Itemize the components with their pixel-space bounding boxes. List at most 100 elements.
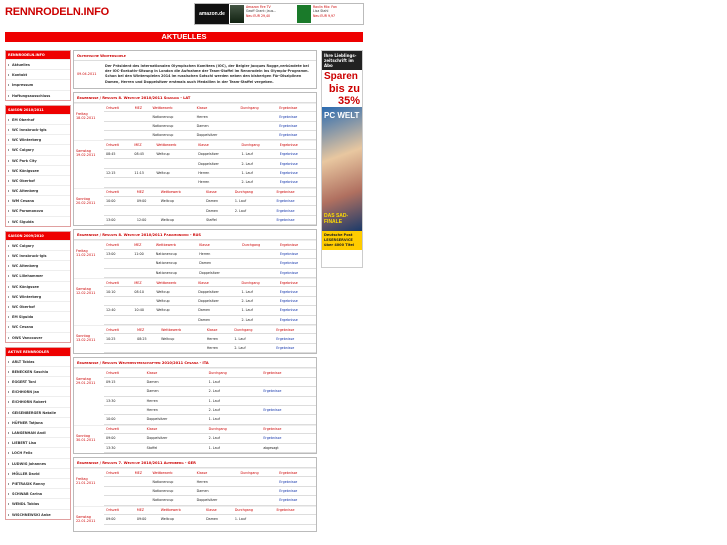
sidebar-link[interactable]: WC Königssee bbox=[6, 164, 70, 175]
column-header: Durchgang bbox=[239, 141, 278, 150]
table-cell: 2. Lauf bbox=[239, 296, 278, 307]
table-cell: Damen bbox=[144, 386, 207, 397]
column-header: Wettbewerb bbox=[153, 241, 198, 250]
table-cell: 2. Lauf bbox=[206, 386, 262, 397]
table-row: Nationencup Doppelsitzer Ergebnisse bbox=[104, 130, 316, 141]
sidebar-link[interactable]: MÖLLER David bbox=[6, 467, 70, 478]
sidebar-link[interactable]: Aktuelles bbox=[6, 59, 70, 69]
table-cell bbox=[261, 396, 316, 406]
sidebar-link[interactable]: EM Sigulda bbox=[6, 311, 70, 321]
sidebar-link[interactable]: LANGENHAN Andi bbox=[6, 427, 70, 437]
results-link[interactable]: Ergebnisse bbox=[277, 305, 316, 316]
sidebar-link[interactable]: WC Calgary bbox=[6, 144, 70, 154]
results-link[interactable]: Ergebnisse bbox=[277, 296, 316, 307]
sidebar-link[interactable]: Haftungsausschluss bbox=[6, 89, 70, 100]
table-cell: Doppelsitzer bbox=[196, 296, 240, 307]
results-link[interactable]: Ergebnisse bbox=[277, 149, 316, 160]
results-link[interactable]: Ergebnisse bbox=[277, 476, 316, 487]
sidebar-link[interactable]: WC Oberhof bbox=[6, 300, 70, 311]
sidebar-link[interactable]: OWS Vancouver bbox=[6, 331, 70, 342]
table-cell: Doppelsitzer bbox=[194, 130, 239, 141]
sidebar-link[interactable]: HÜFNER Tatjana bbox=[6, 416, 70, 427]
sidebar-link[interactable]: WM Cesana bbox=[6, 195, 70, 205]
sidebar-link[interactable]: WC Calgary bbox=[6, 239, 70, 250]
results-link[interactable]: Ergebnisse bbox=[278, 258, 316, 269]
results-link[interactable]: Ergebnisse bbox=[261, 405, 316, 416]
sidebar-link[interactable]: GEISENBERGER Natalie bbox=[6, 406, 70, 417]
sidebar-link[interactable]: WENDL Tobias bbox=[6, 498, 70, 508]
table-cell: Weltcup bbox=[159, 333, 205, 344]
race-day: Samstag 19.02.2011 Ortszeit MEZ Wettbewerb K… bbox=[74, 140, 316, 188]
results-link[interactable]: Ergebnisse bbox=[274, 205, 316, 216]
results-link[interactable]: Ergebnisse bbox=[277, 130, 316, 141]
sidebar-link[interactable]: WC Altenberg bbox=[6, 260, 70, 270]
results-link[interactable]: Ergebnisse bbox=[277, 177, 316, 188]
right-ad-banner[interactable]: Ihre Lieblings-zeitschrift im Abo Sparen… bbox=[321, 50, 363, 268]
sidebar-link[interactable]: ARLT Tobias bbox=[6, 355, 70, 366]
sidebar-link[interactable]: WC Altenberg bbox=[6, 185, 70, 195]
sidebar-link[interactable]: EM Oberhof bbox=[6, 113, 70, 124]
results-link[interactable]: Ergebnisse bbox=[277, 315, 316, 325]
table-cell: Doppelsitzer bbox=[196, 149, 240, 160]
sidebar-link[interactable]: EGGERT Toni bbox=[6, 376, 70, 386]
sidebar-link[interactable]: WC Winterberg bbox=[6, 290, 70, 301]
sidebar-link[interactable]: WC Lillehammer bbox=[6, 270, 70, 280]
sidebar-link[interactable]: WC Cesana bbox=[6, 321, 70, 331]
table-cell: 13:00 bbox=[104, 249, 133, 260]
sidebar-link[interactable]: LOCH Felix bbox=[6, 447, 70, 457]
column-header: Durchgang bbox=[238, 103, 278, 113]
results-link[interactable]: Ergebnisse bbox=[277, 111, 316, 122]
results-link[interactable]: Ergebnisse bbox=[277, 158, 316, 169]
magazine-headline: DAS SAD-FINALE bbox=[324, 213, 349, 225]
results-link[interactable]: Ergebnisse bbox=[261, 433, 316, 444]
amazon-logo[interactable]: amazon.de bbox=[195, 4, 229, 24]
sidebar-link[interactable]: WC Königssee bbox=[6, 280, 70, 291]
sidebar-link[interactable]: BENECKEN Saschia bbox=[6, 365, 70, 376]
results-link[interactable]: Ergebnisse bbox=[261, 386, 316, 397]
sidebar-link[interactable]: PIETRASIK Ronny bbox=[6, 477, 70, 488]
sidebar-link[interactable]: WISCHNEWSKI Anke bbox=[6, 508, 70, 519]
sidebar-link[interactable]: WC Innsbruck-Igls bbox=[6, 250, 70, 260]
sidebar-link[interactable]: EICHHORN Jan bbox=[6, 386, 70, 396]
results-link[interactable]: Ergebnisse bbox=[274, 196, 316, 207]
results-link[interactable]: Ergebnisse bbox=[274, 215, 316, 226]
sidebar-link[interactable]: WC Park City bbox=[6, 154, 70, 165]
ad-item[interactable]: Amazon Fire TV Geoff Grant: Jaus... Neu … bbox=[229, 4, 296, 24]
results-link[interactable]: Ergebnisse bbox=[277, 286, 316, 297]
column-header: Klasse bbox=[144, 425, 207, 435]
sidebar-link[interactable]: EICHHORN Robert bbox=[6, 396, 70, 406]
results-link[interactable]: Ergebnisse bbox=[278, 268, 316, 278]
results-link[interactable]: Ergebnisse bbox=[277, 495, 316, 506]
results-link[interactable]: Ergebnisse bbox=[274, 343, 316, 354]
results-link[interactable]: Ergebnisse bbox=[274, 333, 316, 344]
column-header: Klasse bbox=[197, 241, 241, 250]
table-row: 08:45 08:45 Weltcup Doppelsitzer 1. Lauf Erge… bbox=[104, 149, 316, 160]
sidebar-link[interactable]: Impressum bbox=[6, 79, 70, 89]
sidebar-link[interactable]: LUDWIG Johannes bbox=[6, 457, 70, 468]
results-link[interactable]: Ergebnisse bbox=[277, 121, 316, 132]
race-date: Sonntag 13.02.2011 bbox=[76, 333, 96, 342]
table-row: 09:00 09:00 Weltcup Damen 1. Lauf bbox=[104, 514, 316, 525]
results-link[interactable]: Ergebnisse bbox=[278, 249, 316, 260]
sidebar-link[interactable]: WC Sigulda bbox=[6, 215, 70, 226]
table-row: 09:00 Doppelsitzer 2. Lauf Ergebnisse bbox=[104, 433, 316, 444]
sidebar-link[interactable]: LIEBERT Lisa bbox=[6, 437, 70, 447]
results-link[interactable]: Ergebnisse bbox=[277, 486, 316, 497]
table-cell: 13:00 bbox=[104, 215, 135, 226]
ad-item[interactable]: Ravlin Mix: Fan Lisa Stahl Neu EUR 9,97 bbox=[296, 4, 363, 24]
top-ad-banner[interactable]: amazon.de Amazon Fire TV Geoff Grant: Ja… bbox=[194, 3, 364, 25]
column-header: Klasse bbox=[204, 325, 233, 335]
sidebar-link[interactable]: SCHWAB Carina bbox=[6, 488, 70, 498]
table-row: Doppelsitzer 2. Lauf Ergebnisse bbox=[104, 158, 316, 169]
sidebar-link[interactable]: WC Oberhof bbox=[6, 174, 70, 185]
column-header: Wettbewerb bbox=[159, 325, 205, 335]
sidebar-link[interactable]: Kontakt bbox=[6, 69, 70, 79]
results-link[interactable]: Ergebnisse bbox=[277, 168, 316, 179]
column-header: Ergebnisse bbox=[261, 369, 316, 378]
sidebar-link[interactable]: WC Winterberg bbox=[6, 134, 70, 144]
site-logo[interactable]: RENNRODELN.INFO bbox=[5, 6, 109, 18]
sidebar-link[interactable]: WC Paramonovo bbox=[6, 205, 70, 215]
table-cell: Staffel bbox=[144, 443, 207, 453]
sidebar-link[interactable]: WC Innsbruck-Igls bbox=[6, 123, 70, 134]
table-cell: Staffel bbox=[204, 215, 233, 226]
